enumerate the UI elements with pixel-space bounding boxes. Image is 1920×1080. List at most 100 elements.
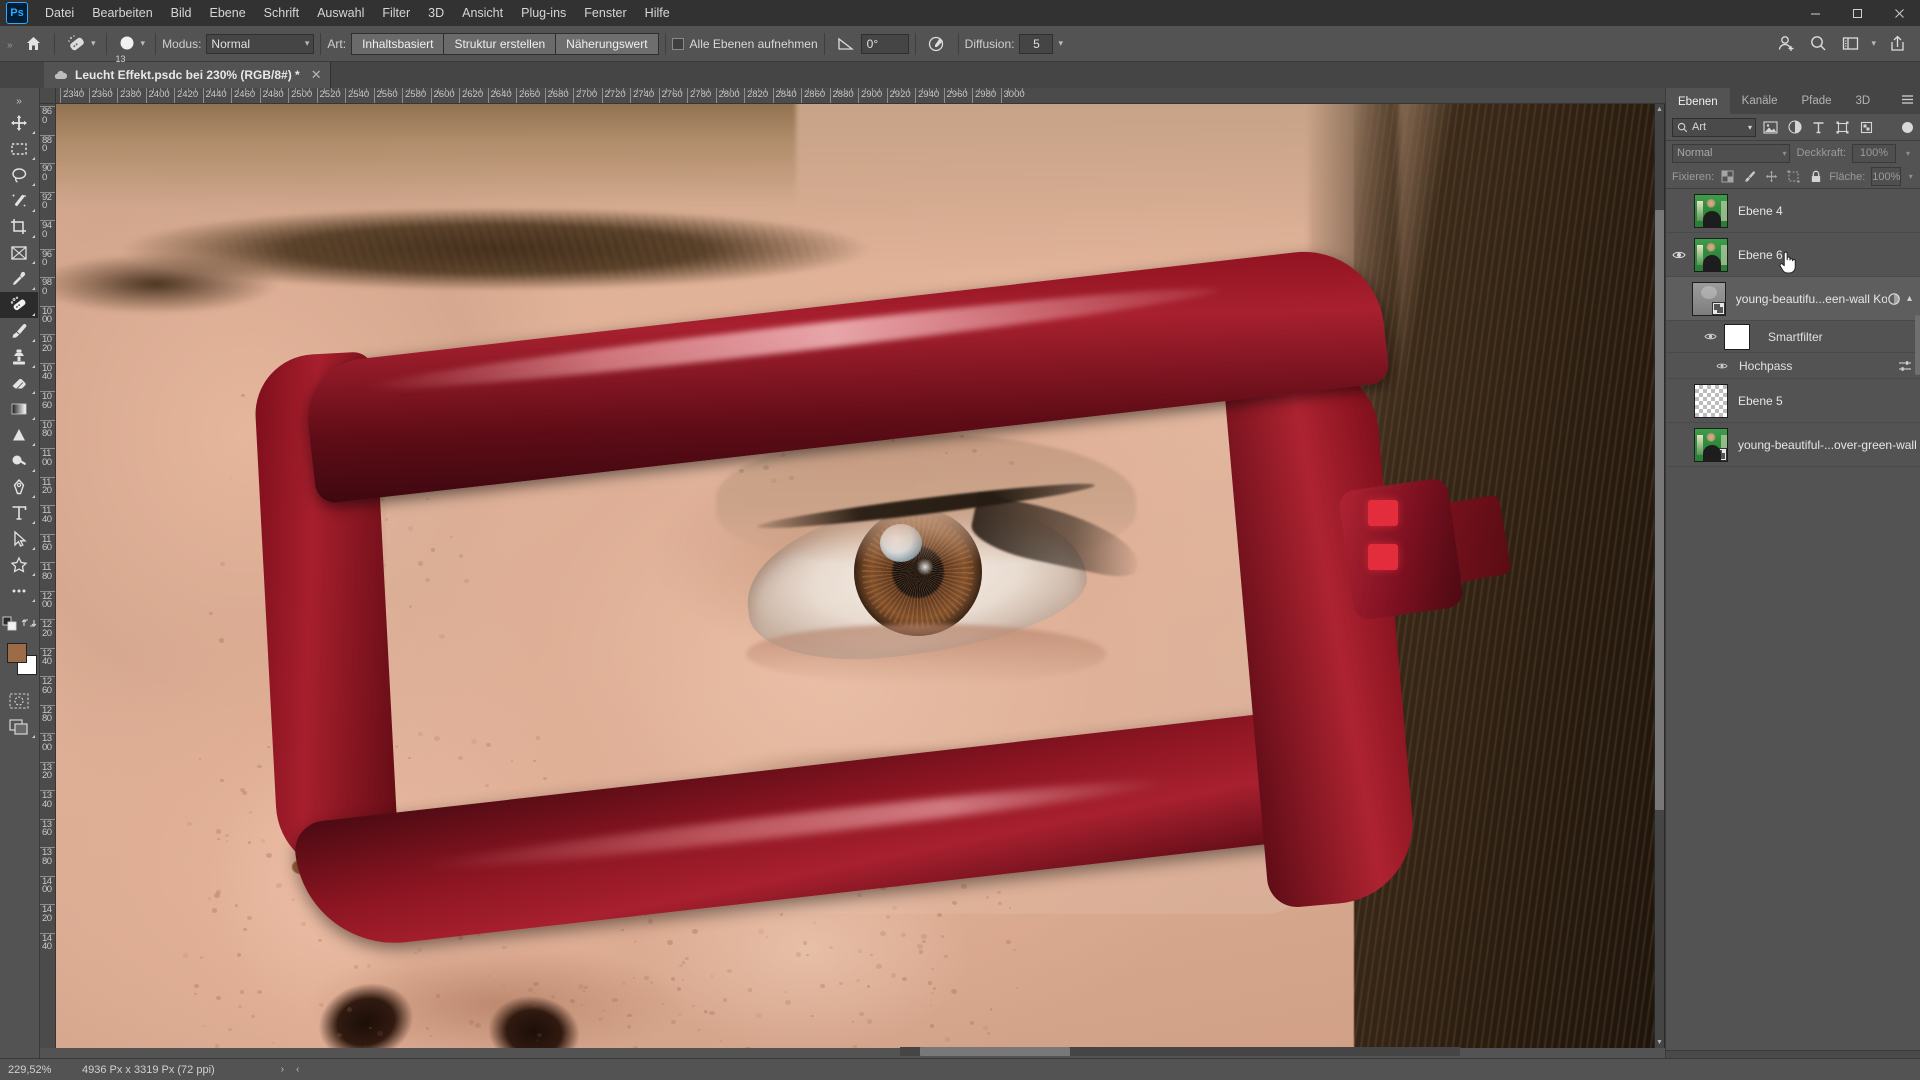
brush-preset-chevron[interactable]: ▾ (141, 38, 146, 49)
spot-healing-brush-tool[interactable] (0, 292, 38, 318)
status-next-arrow-icon[interactable]: › (275, 1064, 290, 1075)
lasso-tool[interactable] (0, 162, 38, 188)
smart-object-filter-icon[interactable] (1857, 118, 1876, 137)
type-option-struktur-erstellen[interactable]: Struktur erstellen (443, 32, 556, 55)
diffusion-input[interactable]: 5 (1019, 33, 1054, 54)
lock-transparency-icon[interactable] (1720, 169, 1735, 184)
document-tab-close-icon[interactable]: ✕ (311, 67, 322, 83)
filter-toggle-icon[interactable] (1902, 121, 1913, 133)
layer-name-ebene-4[interactable]: Ebene 4 (1738, 204, 1783, 218)
blend-mode-select[interactable]: Normal ▾ (1672, 143, 1791, 163)
type-filter-icon[interactable] (1809, 118, 1828, 137)
quick-mask-mode-icon[interactable] (0, 688, 38, 714)
menu-schrift[interactable]: Schrift (255, 2, 308, 24)
sample-all-layers-box[interactable] (671, 37, 684, 50)
menu-ebene[interactable]: Ebene (201, 2, 255, 24)
angle-input[interactable]: 0° (860, 33, 909, 54)
layer-thumbnail-ebene-4[interactable] (1694, 193, 1728, 228)
zoom-level[interactable]: 229,52% (0, 1064, 72, 1076)
opacity-chevron-down-icon[interactable]: ▾ (1902, 149, 1914, 158)
shape-filter-icon[interactable] (1833, 118, 1852, 137)
adjustment-filter-icon[interactable] (1785, 118, 1804, 137)
vertical-ruler[interactable]: 860 880 900 920 940 960 980 1000 1020 1040 1060 108… (40, 104, 56, 1048)
brush-preset-picker[interactable]: ▾ 13 (113, 34, 150, 64)
layer-row-smart-object[interactable]: young-beautifu...een-wall Kopie ▴ (1666, 277, 1920, 321)
menu-bearbeiten[interactable]: Bearbeiten (83, 2, 161, 24)
search-icon[interactable] (1803, 30, 1833, 58)
layer-row-background-smart-object[interactable]: young-beautiful-...over-green-wall (1666, 423, 1920, 467)
sample-all-layers-checkbox[interactable]: Alle Ebenen aufnehmen (671, 37, 818, 51)
image-canvas[interactable] (56, 104, 1665, 1048)
blend-mode-chevron-down-icon[interactable]: ▾ (1782, 149, 1786, 158)
menu-filter[interactable]: Filter (373, 2, 419, 24)
layer-thumbnail-ebene-6[interactable] (1694, 237, 1728, 272)
type-option-inhaltsbasiert[interactable]: Inhaltsbasiert (351, 32, 444, 55)
panel-menu-icon[interactable] (1901, 94, 1914, 105)
dodge-tool[interactable] (0, 448, 38, 474)
mode-chevron-down-icon[interactable]: ▾ (305, 38, 310, 49)
smart-filter-indicator-icon[interactable] (1887, 292, 1901, 306)
lock-position-icon[interactable] (1764, 169, 1779, 184)
smartfilter-row[interactable]: Smartfilter (1666, 321, 1920, 353)
ruler-corner[interactable] (40, 88, 56, 104)
hochpass-filter-name[interactable]: Hochpass (1739, 359, 1792, 373)
menu-fenster[interactable]: Fenster (575, 2, 635, 24)
layer-name-ebene-6[interactable]: Ebene 6 (1738, 248, 1783, 262)
layer-name-ebene-5[interactable]: Ebene 5 (1738, 394, 1783, 408)
tool-preset-chevron[interactable]: ▾ (91, 38, 96, 49)
workspace-chevron-down-icon[interactable]: ▾ (1867, 38, 1880, 49)
menu-auswahl[interactable]: Auswahl (308, 2, 373, 24)
share-icon[interactable] (1882, 30, 1912, 58)
lock-image-icon[interactable] (1742, 169, 1757, 184)
layer-list[interactable]: Ebene 4 Ebene 6 young-beautifu...een-wal (1666, 189, 1920, 1044)
blur-tool[interactable] (0, 422, 38, 448)
diffusion-chevron-down-icon[interactable]: ▾ (1058, 38, 1063, 49)
layer-row-ebene-4[interactable]: Ebene 4 (1666, 189, 1920, 233)
layer-thumbnail-background[interactable] (1694, 427, 1728, 462)
canvas-scroll-up-icon[interactable]: ▲ (1655, 104, 1664, 115)
mode-select[interactable]: Normal ▾ (206, 33, 315, 54)
menu-plugins[interactable]: Plug-ins (512, 2, 575, 24)
menu-ansicht[interactable]: Ansicht (453, 2, 512, 24)
layer-name-background[interactable]: young-beautiful-...over-green-wall (1738, 438, 1917, 452)
layer-thumbnail-ebene-5[interactable] (1694, 383, 1728, 418)
eraser-tool[interactable] (0, 370, 38, 396)
fill-chevron-down-icon[interactable]: ▾ (1907, 172, 1914, 181)
lock-artboard-icon[interactable] (1786, 169, 1801, 184)
pixel-filter-icon[interactable] (1761, 118, 1780, 137)
layer-row-ebene-6[interactable]: Ebene 6 (1666, 233, 1920, 277)
maximize-button[interactable] (1836, 0, 1878, 26)
layer-list-scrollbar[interactable] (1915, 315, 1920, 375)
menu-datei[interactable]: Datei (36, 2, 83, 24)
opacity-value[interactable]: 100% (1852, 143, 1896, 163)
canvas-scroll-down-icon[interactable]: ▼ (1655, 1037, 1664, 1048)
pressure-icon[interactable] (922, 30, 952, 58)
brush-tool[interactable] (0, 318, 38, 344)
canvas-horizontal-scrollbar-thumb[interactable] (920, 1047, 1070, 1056)
lock-all-icon[interactable] (1808, 169, 1823, 184)
rectangular-marquee-tool[interactable] (0, 136, 38, 162)
tab-3d[interactable]: 3D (1844, 88, 1883, 114)
type-tool[interactable] (0, 500, 38, 526)
menu-3d[interactable]: 3D (419, 2, 453, 24)
canvas-vertical-scrollbar-thumb[interactable] (1655, 210, 1664, 810)
gradient-tool[interactable] (0, 396, 38, 422)
magic-wand-tool[interactable] (0, 188, 38, 214)
layer-thumbnail-smart-object[interactable] (1691, 281, 1726, 316)
add-user-icon[interactable] (1771, 30, 1801, 58)
layer-row-ebene-5[interactable]: Ebene 5 (1666, 379, 1920, 423)
foreground-color-swatch[interactable] (7, 643, 27, 663)
eyedropper-tool[interactable] (0, 266, 38, 292)
more-tools[interactable] (0, 578, 38, 604)
smartfilter-mask-thumbnail[interactable] (1724, 323, 1750, 350)
tool-preset-picker[interactable]: ▾ (61, 33, 100, 55)
crop-tool[interactable] (0, 214, 38, 240)
document-dimensions[interactable]: 4936 Px x 3319 Px (72 ppi) (72, 1064, 215, 1076)
menu-hilfe[interactable]: Hilfe (636, 2, 679, 24)
shape-tool[interactable] (0, 552, 38, 578)
path-selection-tool[interactable] (0, 526, 38, 552)
pen-tool[interactable] (0, 474, 38, 500)
smartfilter-hochpass-row[interactable]: Hochpass (1666, 353, 1920, 379)
swap-colors-icon[interactable] (19, 610, 38, 636)
workspace-icon[interactable] (1835, 30, 1865, 58)
